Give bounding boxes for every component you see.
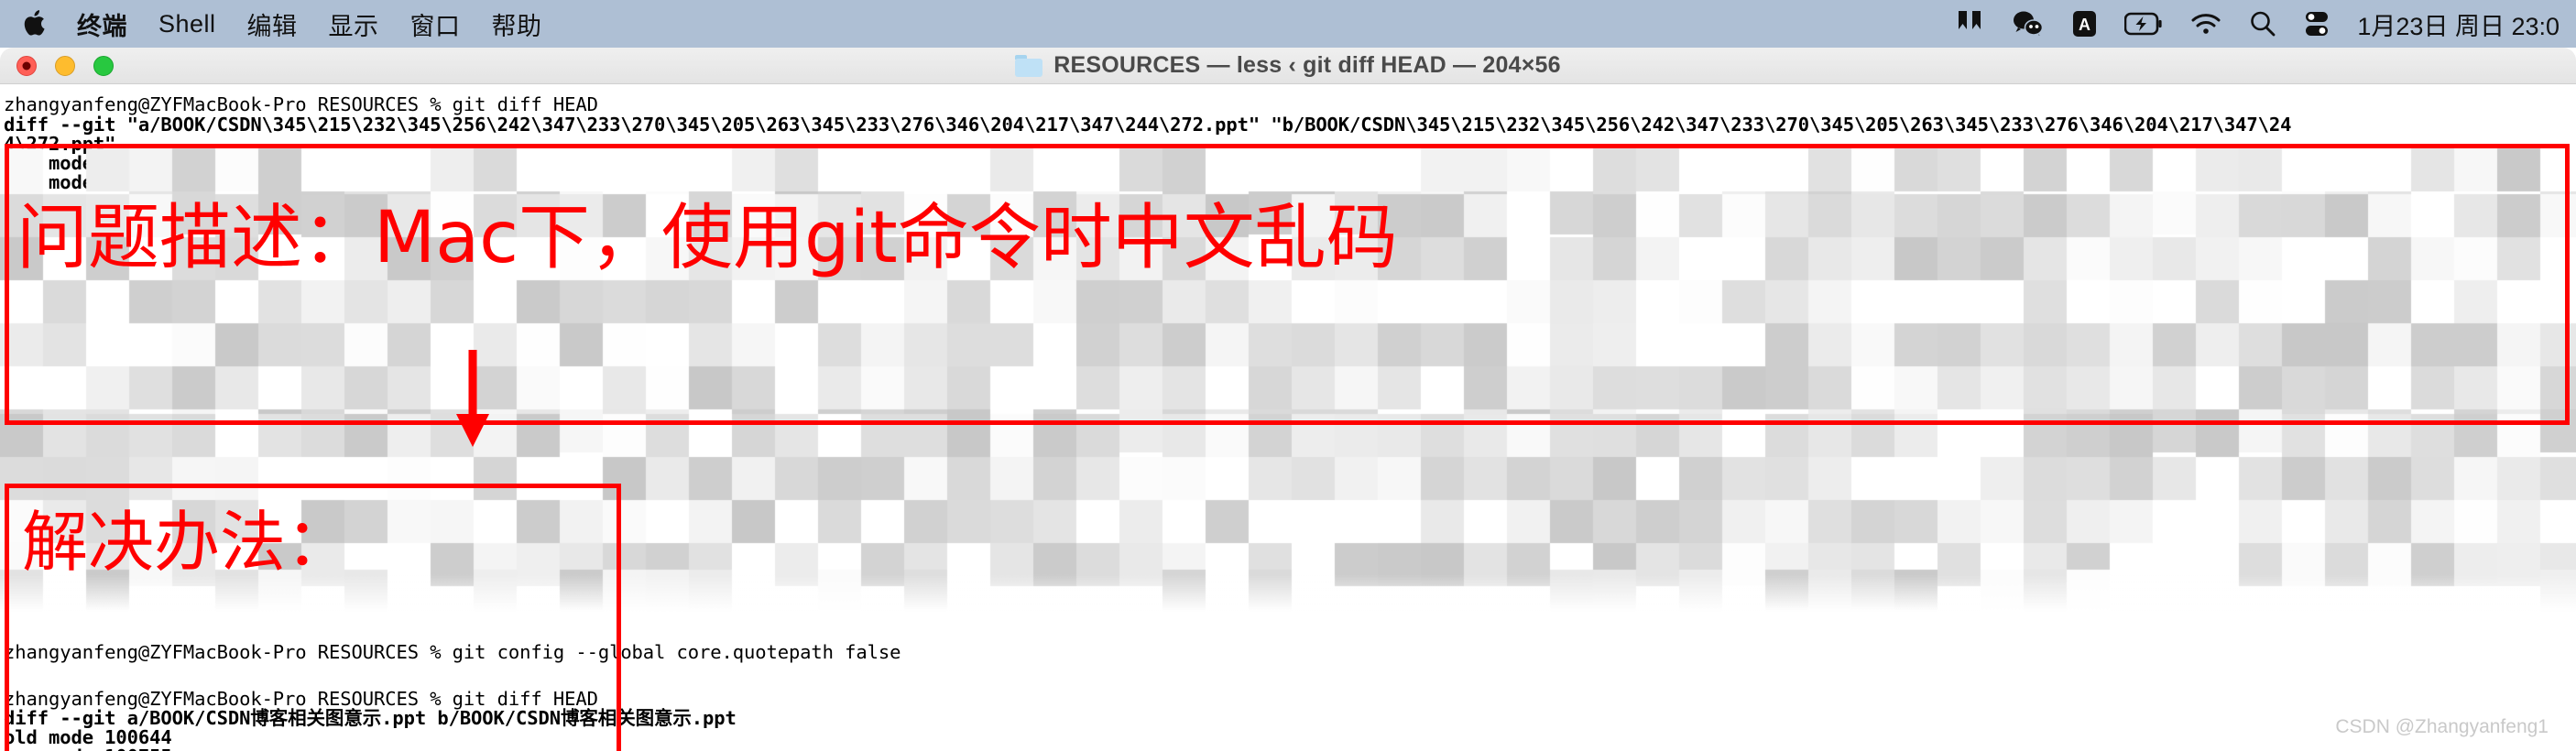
window-title-bar[interactable]: RESOURCES — less ‹ git diff HEAD — 204×5… <box>0 48 2576 84</box>
annotation-text-solution: 解决办法： <box>22 504 353 581</box>
macos-menu-bar: 终端 Shell 编辑 显示 窗口 帮助 A 1月23日 周日 23:0 <box>0 0 2576 48</box>
close-button[interactable] <box>16 55 37 76</box>
menu-bar-clock[interactable]: 1月23日 周日 23:0 <box>2357 6 2560 42</box>
window-traffic-lights <box>16 55 114 76</box>
screen-root: 终端 Shell 编辑 显示 窗口 帮助 A 1月23日 周日 23:0 RES… <box>0 0 2576 751</box>
wechat-icon[interactable] <box>2012 8 2045 39</box>
menu-item-shell[interactable]: Shell <box>158 10 216 38</box>
menu-item-view[interactable]: 显示 <box>329 6 379 42</box>
folder-icon <box>1015 54 1043 77</box>
down-arrow-icon <box>456 350 489 447</box>
svg-text:A: A <box>2079 16 2090 34</box>
window-title-wrap: RESOURCES — less ‹ git diff HEAD — 204×5… <box>0 52 2576 79</box>
annotation-box-problem <box>5 144 2570 425</box>
control-center-icon[interactable] <box>2304 8 2330 39</box>
spotlight-search-icon[interactable] <box>2249 8 2276 39</box>
apple-logo-icon[interactable] <box>22 10 46 38</box>
wifi-icon[interactable] <box>2190 8 2221 39</box>
terminal-line: zhangyanfeng@ZYFMacBook-Pro RESOURCES % … <box>4 93 598 115</box>
menu-bar-left: 终端 Shell 编辑 显示 窗口 帮助 <box>22 6 542 42</box>
input-method-icon[interactable]: A <box>2072 8 2097 39</box>
menu-item-terminal[interactable]: 终端 <box>77 6 127 42</box>
feishu-icon[interactable] <box>1957 8 1984 39</box>
minimize-button[interactable] <box>55 55 75 76</box>
menu-bar-status-tray: A 1月23日 周日 23:0 <box>1957 6 2561 42</box>
terminal-window: RESOURCES — less ‹ git diff HEAD — 204×5… <box>0 48 2576 751</box>
terminal-line: diff --git "a/BOOK/CSDN\345\215\232\345\… <box>4 114 2292 136</box>
csdn-watermark: CSDN @Zhangyanfeng1 <box>2335 716 2549 737</box>
menu-item-help[interactable]: 帮助 <box>492 6 542 42</box>
window-title: RESOURCES — less ‹ git diff HEAD — 204×5… <box>1053 52 1561 78</box>
menu-item-window[interactable]: 窗口 <box>410 6 461 42</box>
battery-charging-icon[interactable] <box>2124 8 2163 39</box>
zoom-button[interactable] <box>93 55 114 76</box>
annotation-text-problem: 问题描述：Mac下，使用git命令时中文乱码 <box>16 197 1398 279</box>
menu-item-edit[interactable]: 编辑 <box>247 6 298 42</box>
